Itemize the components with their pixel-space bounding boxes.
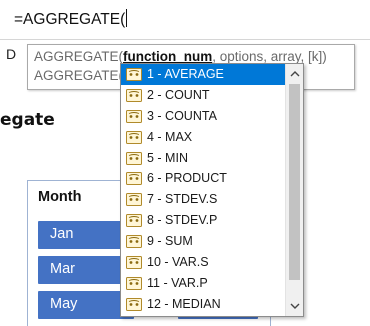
- dropdown-item[interactable]: 11 - VAR.P: [121, 273, 285, 294]
- dropdown-item[interactable]: 2 - COUNT: [121, 85, 285, 106]
- dropdown-item-label: 11 - VAR.P: [147, 275, 208, 290]
- dropdown-item[interactable]: 12 - MEDIAN: [121, 294, 285, 315]
- function-argument-icon: [126, 193, 142, 207]
- function-num-dropdown[interactable]: 1 - AVERAGE 2 - COUNT 3 - COUNTA 4 - MAX 5 -…: [120, 63, 304, 317]
- scrollbar-thumb[interactable]: [289, 84, 300, 280]
- function-argument-icon: [126, 130, 142, 144]
- tooltip-current-arg: function_num: [123, 49, 213, 64]
- dropdown-item-label: 6 - PRODUCT: [147, 171, 227, 186]
- function-argument-icon: [126, 151, 142, 165]
- dropdown-item-label: 9 - SUM: [147, 234, 193, 249]
- function-argument-icon: [126, 297, 142, 311]
- dropdown-item-label: 5 - MIN: [147, 150, 188, 165]
- dropdown-item-label: 8 - STDEV.P: [147, 213, 218, 228]
- dropdown-item-label: 12 - MEDIAN: [147, 296, 221, 311]
- function-argument-icon: [126, 68, 142, 81]
- dropdown-item-label: 3 - COUNTA: [147, 108, 217, 123]
- dropdown-item-label: 4 - MAX: [147, 129, 193, 144]
- dropdown-item[interactable]: 3 - COUNTA: [121, 106, 285, 127]
- function-argument-icon: [126, 172, 142, 186]
- formula-input[interactable]: =AGGREGATE(: [14, 9, 128, 29]
- function-argument-icon: [126, 109, 142, 123]
- dropdown-item-label: 2 - COUNT: [147, 87, 210, 102]
- dropdown-item[interactable]: 10 - VAR.S: [121, 252, 285, 273]
- formula-bar[interactable]: =AGGREGATE(: [0, 0, 370, 40]
- function-argument-icon: [126, 256, 142, 270]
- dropdown-item[interactable]: 8 - STDEV.P: [121, 210, 285, 231]
- dropdown-list: 1 - AVERAGE 2 - COUNT 3 - COUNTA 4 - MAX 5 -…: [121, 64, 285, 315]
- scroll-down-arrow-icon[interactable]: [286, 298, 303, 314]
- dropdown-item-label: 1 - AVERAGE: [147, 67, 224, 81]
- dropdown-item[interactable]: 6 - PRODUCT: [121, 168, 285, 189]
- dropdown-scrollbar[interactable]: [285, 64, 303, 316]
- dropdown-item[interactable]: 7 - STDEV.S: [121, 189, 285, 210]
- dropdown-item[interactable]: 1 - AVERAGE: [121, 64, 285, 85]
- dropdown-item[interactable]: 5 - MIN: [121, 148, 285, 169]
- dropdown-item[interactable]: 4 - MAX: [121, 127, 285, 148]
- function-argument-icon: [126, 214, 142, 228]
- tooltip-function-name-2: AGGREGATE(: [34, 68, 124, 83]
- cell-text: D: [6, 46, 17, 62]
- formula-text: =AGGREGATE(: [14, 11, 126, 28]
- text-caret: [126, 9, 128, 27]
- tooltip-function-name: AGGREGATE(: [34, 49, 124, 64]
- function-argument-icon: [126, 235, 142, 249]
- function-argument-icon: [126, 88, 142, 102]
- dropdown-item[interactable]: 9 - SUM: [121, 231, 285, 252]
- tooltip-syntax-line[interactable]: AGGREGATE(function_num, options, array, …: [34, 49, 327, 64]
- scroll-up-arrow-icon[interactable]: [286, 66, 303, 82]
- dropdown-item-label: 10 - VAR.S: [147, 255, 209, 270]
- tooltip-other-args: , options, array, [k]): [212, 49, 327, 64]
- function-argument-icon: [126, 276, 142, 290]
- dropdown-item-label: 7 - STDEV.S: [147, 192, 218, 207]
- slicer-header: Month: [38, 189, 82, 205]
- sheet-title-partial: egate: [0, 110, 55, 130]
